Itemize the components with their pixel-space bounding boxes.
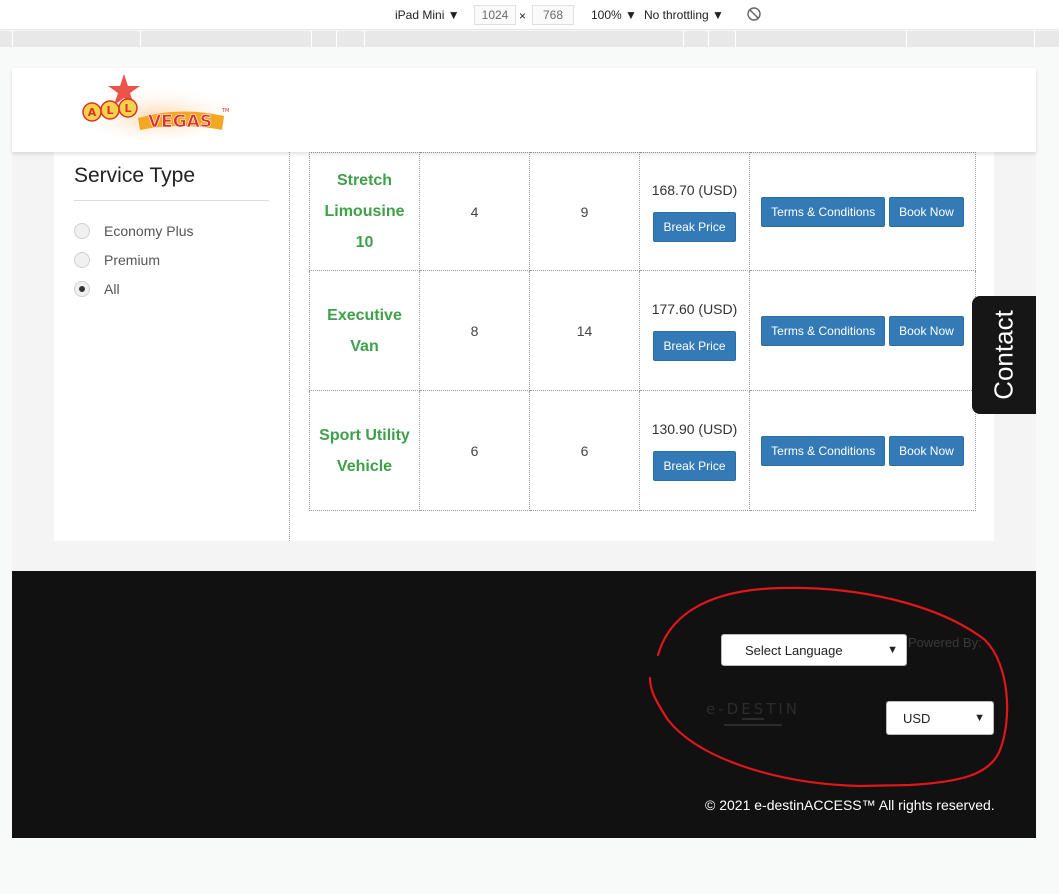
height-input[interactable]: 768 xyxy=(532,5,574,25)
emulated-page: A L L VEGAS TM Service Type Economy Plus… xyxy=(12,68,1036,838)
radio-button[interactable] xyxy=(74,252,90,268)
e-destin-logo[interactable]: e‑DESTIN xyxy=(702,699,804,735)
actions-cell: Terms & Conditions Book Now xyxy=(749,390,976,511)
currency-select[interactable]: USD ▼ xyxy=(886,701,994,735)
throttling-label: No throttling xyxy=(644,8,709,22)
vehicle-name[interactable]: Executive Van xyxy=(310,300,419,362)
language-select-value: Select Language xyxy=(745,643,843,658)
divider xyxy=(74,200,269,201)
actions-cell: Terms & Conditions Book Now xyxy=(749,270,976,391)
radio-button[interactable] xyxy=(74,281,90,297)
chevron-down-icon: ▼ xyxy=(712,8,724,22)
terms-conditions-button[interactable]: Terms & Conditions xyxy=(761,196,886,227)
contact-label: Contact xyxy=(988,310,1019,400)
media-query-ruler xyxy=(0,31,1059,47)
svg-text:VEGAS: VEGAS xyxy=(148,112,212,132)
all-vegas-logo[interactable]: A L L VEGAS TM xyxy=(80,72,230,140)
vehicle-name-cell: Executive Van xyxy=(309,270,420,391)
device-select[interactable]: iPad Mini ▼ xyxy=(395,8,460,22)
book-now-button[interactable]: Book Now xyxy=(889,196,964,227)
book-now-button[interactable]: Book Now xyxy=(889,435,964,466)
price-cell: 130.90 (USD) Break Price xyxy=(639,390,750,511)
book-now-button[interactable]: Book Now xyxy=(889,315,964,346)
width-input[interactable]: 1024 xyxy=(474,5,516,25)
break-price-button[interactable]: Break Price xyxy=(653,450,736,481)
device-label: iPad Mini xyxy=(395,8,445,22)
price-cell: 177.60 (USD) Break Price xyxy=(639,270,750,391)
actions-cell: Terms & Conditions Book Now xyxy=(749,152,976,271)
vehicle-name-cell: Stretch Limousine 10 xyxy=(309,152,420,271)
price: 168.70 (USD) xyxy=(651,181,738,198)
chevron-down-icon: ▼ xyxy=(887,644,898,656)
passengers-cell: 6 xyxy=(419,390,530,511)
times-sign: × xyxy=(519,9,527,23)
svg-text:L: L xyxy=(106,104,113,117)
break-price-button[interactable]: Break Price xyxy=(653,211,736,242)
contact-tab[interactable]: Contact xyxy=(972,296,1036,414)
luggage-cell: 9 xyxy=(529,152,640,271)
luggage-cell: 14 xyxy=(529,270,640,391)
chevron-down-icon: ▼ xyxy=(625,8,637,22)
radio-all[interactable]: All xyxy=(74,279,120,299)
radio-label: All xyxy=(104,281,120,297)
radio-label: Economy Plus xyxy=(104,223,194,239)
results-panel: Service Type Economy Plus Premium All St… xyxy=(54,152,994,541)
table-row: Sport Utility Vehicle 6 6 130.90 (USD) Br… xyxy=(309,390,976,511)
chevron-down-icon: ▼ xyxy=(974,712,985,724)
service-type-filter: Service Type Economy Plus Premium All xyxy=(54,152,290,541)
radio-button[interactable] xyxy=(74,223,90,239)
svg-text:A: A xyxy=(88,106,97,119)
site-footer: Powered By: Select Language ▼ e‑DESTIN U… xyxy=(12,571,1036,838)
rotate-icon[interactable] xyxy=(746,6,762,25)
service-type-title: Service Type xyxy=(74,164,196,187)
vehicle-name-cell: Sport Utility Vehicle xyxy=(309,390,420,511)
terms-conditions-button[interactable]: Terms & Conditions xyxy=(761,315,886,346)
terms-conditions-button[interactable]: Terms & Conditions xyxy=(761,435,886,466)
devtools-toolbar: iPad Mini ▼ 1024 × 768 100% ▼ No throttl… xyxy=(0,0,1059,30)
powered-by-label: Powered By: xyxy=(908,635,982,650)
svg-text:L: L xyxy=(124,102,131,115)
radio-label: Premium xyxy=(104,252,161,268)
currency-select-value: USD xyxy=(903,711,931,726)
vehicle-name[interactable]: Sport Utility Vehicle xyxy=(310,420,419,482)
zoom-select[interactable]: 100% ▼ xyxy=(591,8,637,22)
table-row: Executive Van 8 14 177.60 (USD) Break Pri… xyxy=(309,270,976,391)
zoom-label: 100% xyxy=(591,8,622,22)
radio-premium[interactable]: Premium xyxy=(74,250,160,270)
price-cell: 168.70 (USD) Break Price xyxy=(639,152,750,271)
price: 130.90 (USD) xyxy=(651,420,738,437)
chevron-down-icon: ▼ xyxy=(447,8,460,22)
vehicle-table: Stretch Limousine 10 4 9 168.70 (USD) Brea… xyxy=(309,152,976,511)
passengers-cell: 4 xyxy=(419,152,530,271)
svg-text:TM: TM xyxy=(221,108,229,114)
vehicle-name[interactable]: Stretch Limousine 10 xyxy=(310,165,419,258)
language-select[interactable]: Select Language ▼ xyxy=(721,634,907,666)
radio-economy-plus[interactable]: Economy Plus xyxy=(74,221,193,241)
throttling-select[interactable]: No throttling ▼ xyxy=(644,8,724,22)
price: 177.60 (USD) xyxy=(651,300,738,317)
break-price-button[interactable]: Break Price xyxy=(653,330,736,361)
copyright-text: © 2021 e-destinACCESS™ All rights reserv… xyxy=(705,797,995,813)
luggage-cell: 6 xyxy=(529,390,640,511)
svg-text:e‑DESTIN: e‑DESTIN xyxy=(706,700,800,718)
table-row: Stretch Limousine 10 4 9 168.70 (USD) Brea… xyxy=(309,152,976,271)
passengers-cell: 8 xyxy=(419,270,530,391)
site-header: A L L VEGAS TM xyxy=(12,68,1036,152)
